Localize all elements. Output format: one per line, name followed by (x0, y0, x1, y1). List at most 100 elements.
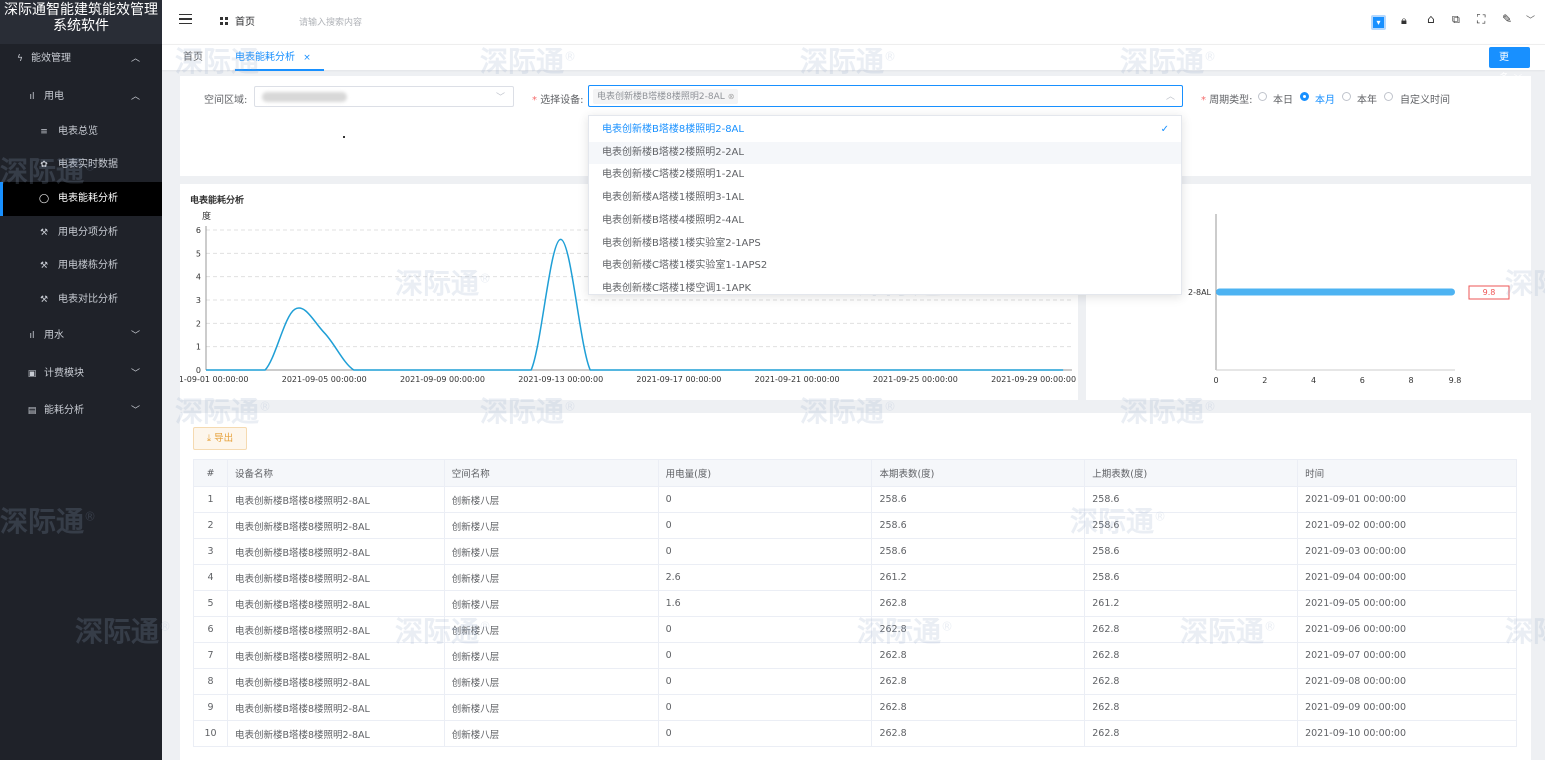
device-select[interactable]: 电表创新楼B塔楼8楼照明2-8AL ⊗ ︿ (588, 85, 1183, 107)
wrench-icon: ⚒ (39, 261, 49, 271)
table-cell: 电表创新楼B塔楼8楼照明2-8AL (226, 616, 445, 643)
table-cell: 8 (193, 668, 228, 695)
table-cell: 262.8 (1084, 616, 1299, 643)
device-option[interactable]: 电表创新楼A塔楼1楼照明3-1AL (589, 187, 1181, 209)
chevron-down-icon[interactable]: ﹀ (1526, 13, 1535, 26)
device-option-label: 电表创新楼B塔楼4楼照明2-4AL (602, 214, 744, 226)
breadcrumb-home[interactable]: 首页 (235, 13, 255, 28)
table-row[interactable]: 6 电表创新楼B塔楼8楼照明2-8AL 创新楼八层 0 262.8 262.8 2021-0… (193, 616, 1517, 643)
sidebar-item-9[interactable]: ▣ 计费模块 ﹀ (0, 357, 162, 391)
sidebar-item-6[interactable]: ⚒ 用电楼栋分析 (0, 249, 162, 283)
table-cell: 创新楼八层 (443, 590, 659, 617)
device-option[interactable]: 电表创新楼C塔楼1楼实验室1-1APS2 (589, 255, 1181, 277)
device-tag[interactable]: 电表创新楼B塔楼8楼照明2-8AL ⊗ (593, 89, 739, 104)
translate-icon[interactable]: ⧉ (1452, 13, 1460, 27)
table-row[interactable]: 1 电表创新楼B塔楼8楼照明2-8AL 创新楼八层 0 258.6 258.6 2021-0… (193, 486, 1517, 513)
tag-close-icon[interactable]: ⊗ (728, 92, 735, 101)
sidebar-item-10[interactable]: ▤ 能耗分析 ﹀ (0, 394, 162, 428)
table-cell: 电表创新楼B塔楼8楼照明2-8AL (226, 486, 445, 513)
device-option[interactable]: 电表创新楼B塔楼1楼实验室2-1APS (589, 233, 1181, 255)
table-cell: 258.6 (1084, 538, 1299, 565)
close-icon[interactable]: × (303, 53, 311, 63)
device-option[interactable]: 电表创新楼B塔楼8楼照明2-8AL ✓ (589, 119, 1181, 141)
table-row[interactable]: 2 电表创新楼B塔楼8楼照明2-8AL 创新楼八层 0 258.6 258.6 2021-0… (193, 512, 1517, 539)
shirt-icon[interactable]: ⌂ (1427, 12, 1435, 26)
sidebar-item-label: 能耗分析 (44, 405, 84, 416)
x-tick-label: 2021-09-05 00:00:00 (282, 375, 367, 384)
area-label: 空间区域: (204, 95, 248, 106)
x-tick-label: 2021-09-13 00:00:00 (518, 375, 603, 384)
table-cell: 262.8 (871, 642, 1086, 669)
export-button[interactable]: ⤓ 导出 (193, 427, 247, 450)
hamburger-icon[interactable] (179, 14, 192, 24)
x-tick-label: 2021-09-17 00:00:00 (636, 375, 721, 384)
y-tick-label: 5 (196, 249, 201, 258)
device-option[interactable]: 电表创新楼C塔楼2楼照明1-2AL (589, 164, 1181, 186)
gear-icon: ✿ (40, 160, 48, 170)
table-row[interactable]: 10 电表创新楼B塔楼8楼照明2-8AL 创新楼八层 0 262.8 262.8 2021-… (193, 720, 1517, 747)
table-row[interactable]: 5 电表创新楼B塔楼8楼照明2-8AL 创新楼八层 1.6 262.8 261.2 2021… (193, 590, 1517, 617)
dot-marker (343, 136, 345, 138)
y-tick-label: 3 (196, 296, 201, 305)
table-header-row: # 设备名称 空间名称 用电量(度) 本期表数(度) 上期表数(度) 时间 (193, 459, 1517, 487)
sidebar-item-4[interactable]: ◯ 电表能耗分析 (0, 182, 162, 216)
chevron-up-icon: ︿ (130, 54, 140, 64)
fullscreen-icon[interactable]: ⛶ (1477, 12, 1485, 27)
tab-home[interactable]: 首页 (183, 45, 203, 71)
radio-custom[interactable] (1384, 92, 1393, 101)
tab-current[interactable]: 电表能耗分析 × (235, 45, 324, 71)
table-cell: 6 (193, 616, 228, 643)
device-option[interactable]: 电表创新楼C塔楼1楼空调1-1APK (589, 278, 1181, 294)
x-tick-label: 8 (1409, 376, 1414, 385)
table-cell: 0 (657, 616, 873, 643)
sidebar-item-label: 用电楼栋分析 (58, 260, 118, 271)
table-row[interactable]: 3 电表创新楼B塔楼8楼照明2-8AL 创新楼八层 0 258.6 258.6 2021-0… (193, 538, 1517, 565)
table-cell: 10 (193, 720, 228, 747)
radio-month[interactable] (1300, 92, 1309, 101)
device-label: * 选择设备: (532, 95, 584, 106)
device-option[interactable]: 电表创新楼B塔楼4楼照明2-4AL (589, 210, 1181, 232)
tabs-bar: 首页 电表能耗分析 × 更多﹀ (162, 44, 1545, 84)
x-tick-label: 2 (1262, 376, 1267, 385)
table-cell: 2021-09-03 00:00:00 (1297, 538, 1517, 565)
sidebar-item-2[interactable]: ≡ 电表总览 (0, 115, 162, 149)
lock-icon[interactable]: 🔒︎ (1401, 14, 1407, 28)
table-cell: 2021-09-02 00:00:00 (1297, 512, 1517, 539)
sidebar-item-7[interactable]: ⚒ 电表对比分析 (0, 283, 162, 317)
radio-year-label: 本年 (1357, 95, 1377, 106)
period-label-text: 周期类型: (1209, 95, 1253, 106)
table-row[interactable]: 4 电表创新楼B塔楼8楼照明2-8AL 创新楼八层 2.6 261.2 258.6 2021… (193, 564, 1517, 591)
wrench-icon: ⚒ (39, 228, 49, 238)
table-row[interactable]: 7 电表创新楼B塔楼8楼照明2-8AL 创新楼八层 0 262.8 262.8 2021-0… (193, 642, 1517, 669)
table-cell: 0 (657, 538, 873, 565)
search-input[interactable]: 请输入搜索内容 (299, 15, 362, 28)
table-row[interactable]: 8 电表创新楼B塔楼8楼照明2-8AL 创新楼八层 0 262.8 262.8 2021-0… (193, 668, 1517, 695)
dropdown-toggle-icon[interactable]: ▾ (1371, 15, 1386, 30)
table-header-cell: 时间 (1297, 459, 1517, 487)
table-cell: 5 (193, 590, 228, 617)
table-cell: 262.8 (871, 694, 1086, 721)
table-cell: 2021-09-01 00:00:00 (1297, 486, 1517, 513)
y-tick-label: 6 (196, 226, 201, 235)
device-tag-label: 电表创新楼B塔楼8楼照明2-8AL (597, 92, 725, 102)
device-option-label: 电表创新楼B塔楼8楼照明2-8AL (602, 124, 744, 135)
radio-year[interactable] (1342, 92, 1351, 101)
table-row[interactable]: 9 电表创新楼B塔楼8楼照明2-8AL 创新楼八层 0 262.8 262.8 2021-0… (193, 694, 1517, 721)
device-option[interactable]: 电表创新楼B塔楼2楼照明2-2AL (589, 141, 1181, 164)
area-select[interactable]: ﹀ (254, 86, 514, 107)
brush-icon[interactable]: ✎ (1502, 12, 1512, 26)
sidebar-item-0[interactable]: ϟ 能效管理 ︿ (0, 42, 162, 76)
sidebar-item-3[interactable]: ✿ 电表实时数据 (0, 148, 162, 182)
sidebar-item-5[interactable]: ⚒ 用电分项分析 (0, 216, 162, 250)
table-cell: 创新楼八层 (443, 694, 659, 721)
sidebar-item-8[interactable]: ıl 用水 ﹀ (0, 319, 162, 353)
more-button[interactable]: 更多﹀ (1489, 47, 1530, 84)
table-cell: 电表创新楼B塔楼8楼照明2-8AL (226, 538, 445, 565)
y-tick-label: 2 (196, 319, 201, 328)
x-tick-label: 2021-09-29 00:00:00 (991, 375, 1076, 384)
radio-day[interactable] (1258, 92, 1267, 101)
calendar-icon: ▣ (27, 369, 37, 379)
registered-mark: ® (564, 399, 577, 414)
table-cell: 3 (193, 538, 228, 565)
sidebar-item-1[interactable]: ıl 用电 ︿ (0, 80, 162, 114)
